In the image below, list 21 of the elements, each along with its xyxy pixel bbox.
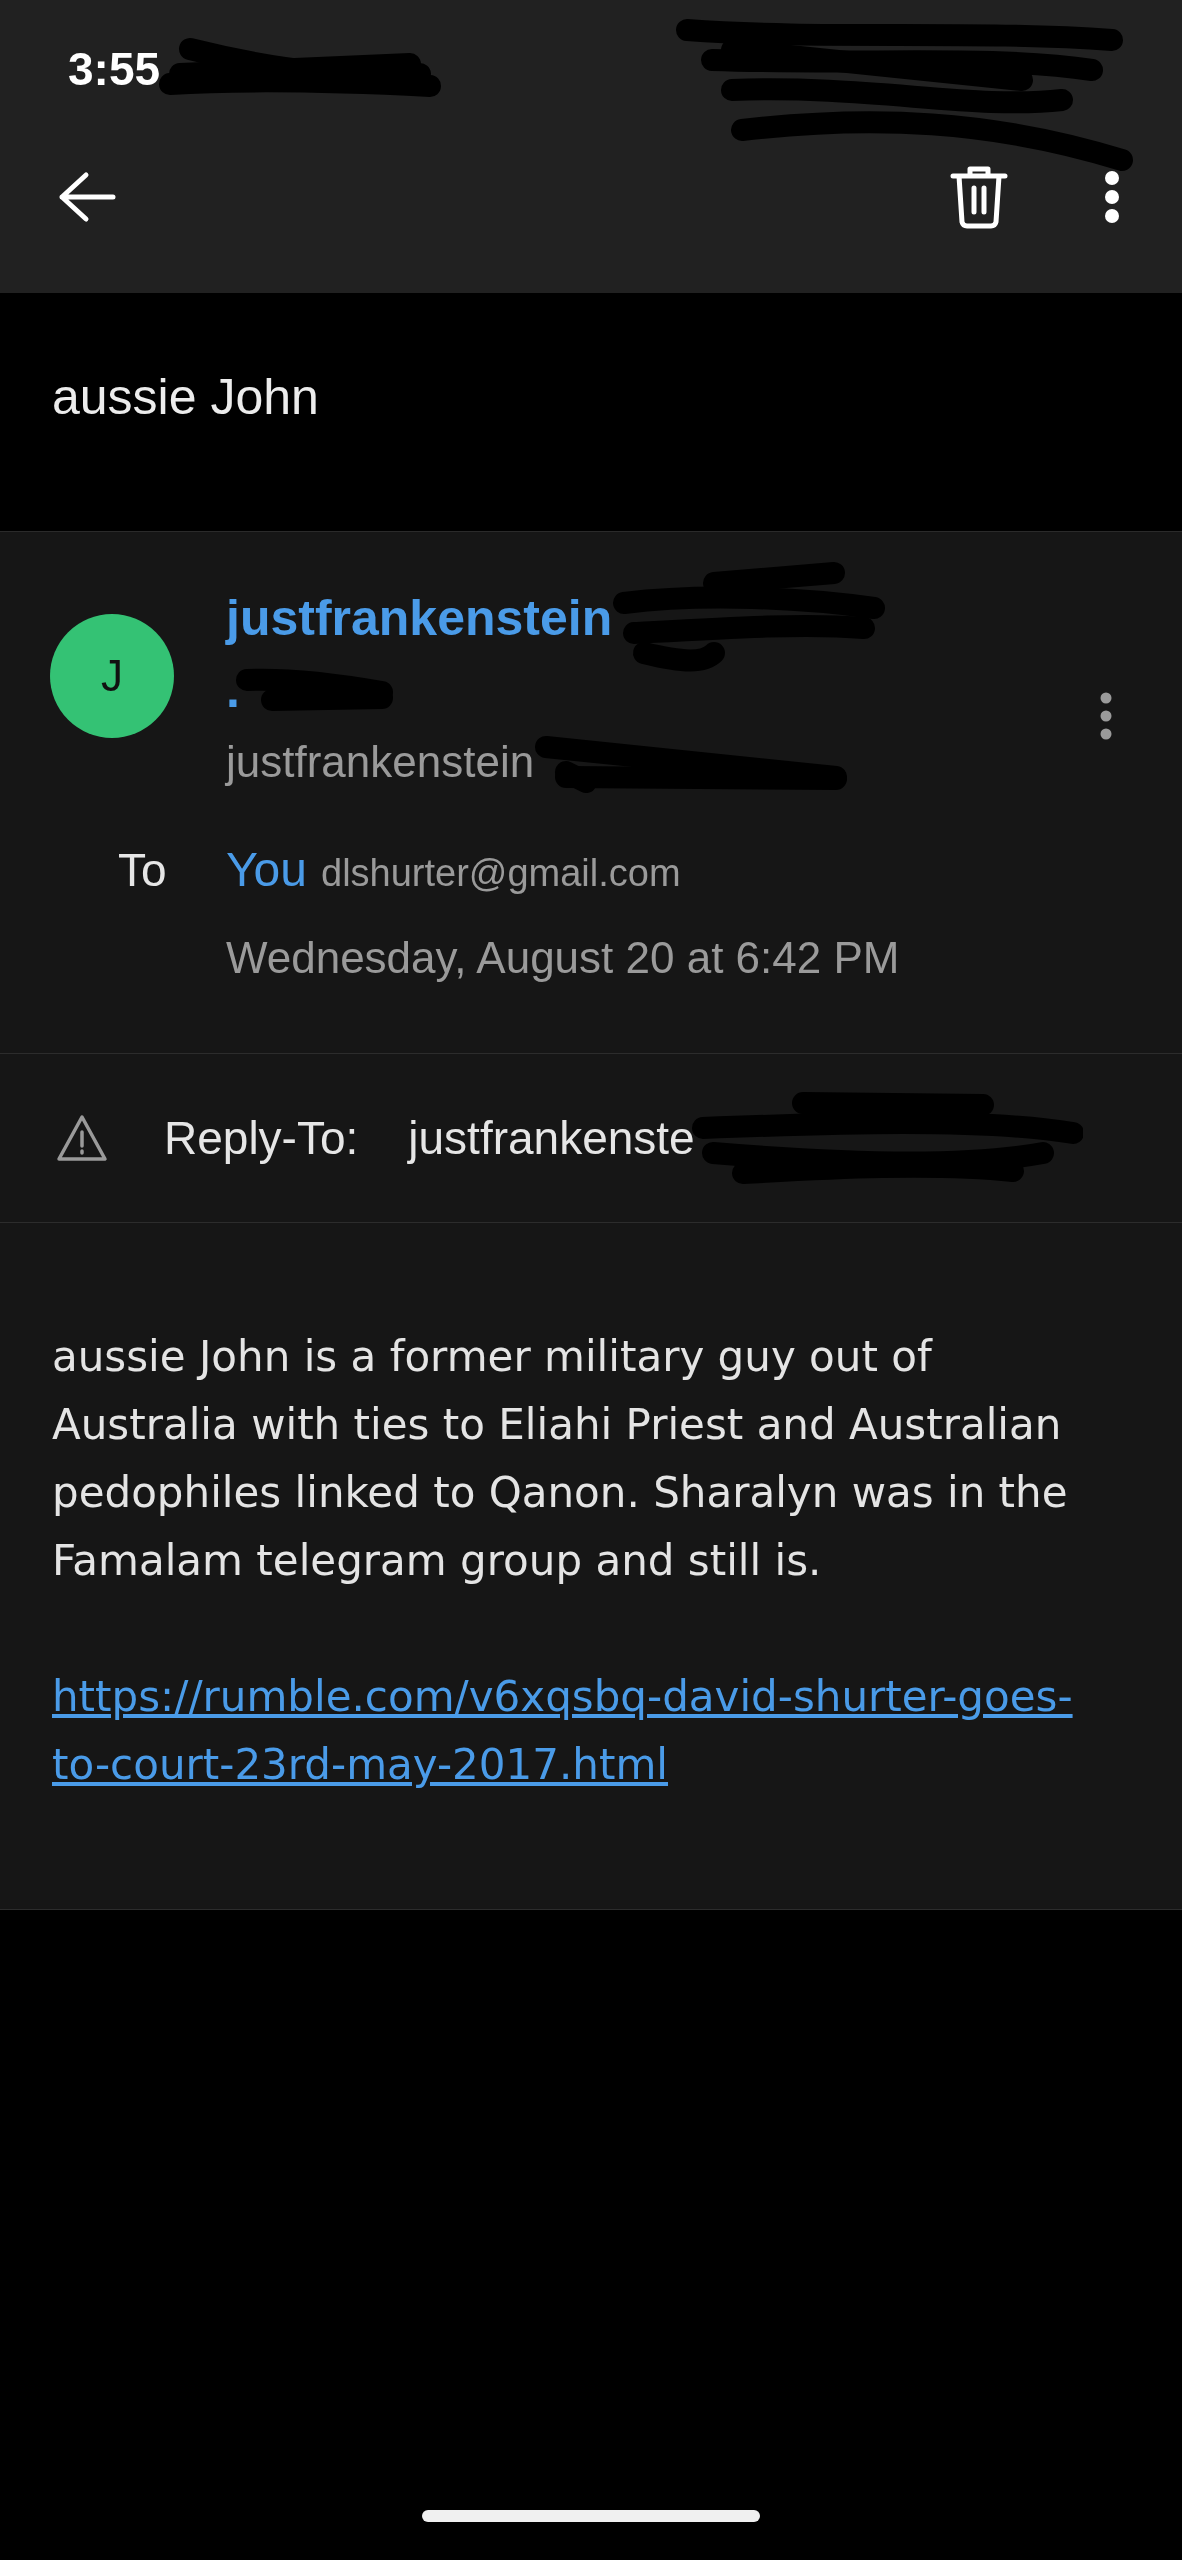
warning-icon xyxy=(56,1114,108,1162)
email-date: Wednesday, August 20 at 6:42 PM xyxy=(226,933,901,983)
back-button[interactable] xyxy=(58,170,116,223)
back-arrow-icon xyxy=(58,170,116,223)
more-button[interactable] xyxy=(1100,692,1112,740)
sender-name: justfrankenstein xyxy=(226,589,613,647)
reply-to-address: justfrankenste xyxy=(408,1111,695,1165)
email-body-text: aussie John is a former military guy out of Australia with ties to Eliahi Priest and Australian pedophiles linked to Qanon. Sharalyn was in the Famalam telegram group and still is. xyxy=(52,1331,1069,1587)
recipient-address: dlshurter@gmail.com xyxy=(321,852,681,895)
to-label: To xyxy=(118,842,168,897)
reply-to-label: Reply-To: xyxy=(164,1111,359,1165)
sender-avatar: J xyxy=(50,614,174,738)
recipient-name: You xyxy=(226,842,307,897)
email-link[interactable]: https://rumble.com/v6xqsbq-david-shurter-goes-to-court-23rd-may-2017.html xyxy=(52,1663,1122,1799)
more-button[interactable] xyxy=(1104,169,1120,224)
status-time: 3:55 xyxy=(68,42,161,96)
sender-name: . xyxy=(226,661,240,719)
sender-address: justfrankenstein xyxy=(226,737,535,787)
more-icon xyxy=(1104,169,1120,224)
more-icon xyxy=(1100,692,1112,740)
email-subject: aussie John xyxy=(52,368,319,426)
